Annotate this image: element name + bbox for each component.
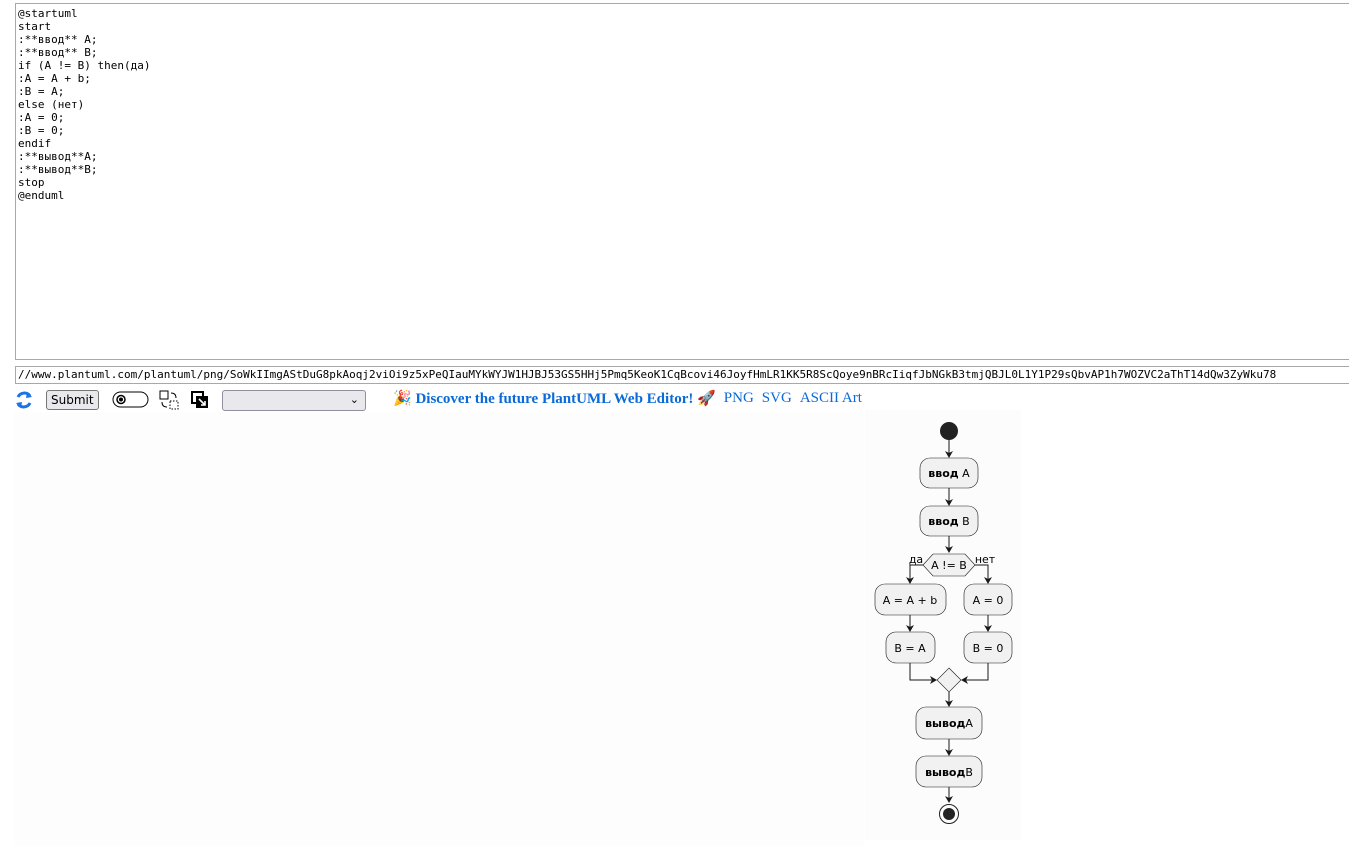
rocket-icon: 🚀 [697,391,716,407]
ascii-art-link[interactable]: ASCII Art [800,390,862,407]
svg-text:A = A + b: A = A + b [883,594,937,607]
popout-icon[interactable] [191,388,209,412]
diagram-image: ввод A ввод B A != B да нет A = A + b A … [865,410,1021,840]
svg-text:A = 0: A = 0 [973,594,1004,607]
svg-text:выводB: выводB [925,766,973,779]
theme-toggle[interactable] [112,388,150,412]
svg-text:ввод B: ввод B [928,515,969,528]
png-link[interactable]: PNG [724,390,754,407]
svg-text:да: да [909,553,923,566]
svg-text:выводA: выводA [925,717,973,730]
url-field[interactable]: //www.plantuml.com/plantuml/png/SoWkIImg… [15,366,1349,384]
chevron-down-icon: ⌄ [349,393,359,406]
submit-button[interactable]: Submit [46,390,99,410]
diagram-select[interactable]: ⌄ [222,390,366,411]
start-node [940,422,958,440]
promo-link[interactable]: 🎉 Discover the future PlantUML Web Edito… [393,389,716,408]
svg-text:B = A: B = A [894,642,926,655]
promo-link-label[interactable]: Discover the future PlantUML Web Editor! [415,391,693,407]
refresh-icon[interactable] [14,388,36,412]
source-editor[interactable]: @startuml start :**ввод** A; :**ввод** B… [15,3,1349,360]
svg-text:ввод A: ввод A [928,467,970,480]
left-pane [14,412,864,846]
svg-text:A != B: A != B [931,559,967,572]
party-icon: 🎉 [393,391,412,407]
merge-node [936,667,962,693]
svg-link[interactable]: SVG [762,390,792,407]
svg-text:нет: нет [975,553,996,566]
swap-layout-icon[interactable] [159,388,179,412]
svg-text:B = 0: B = 0 [973,642,1004,655]
